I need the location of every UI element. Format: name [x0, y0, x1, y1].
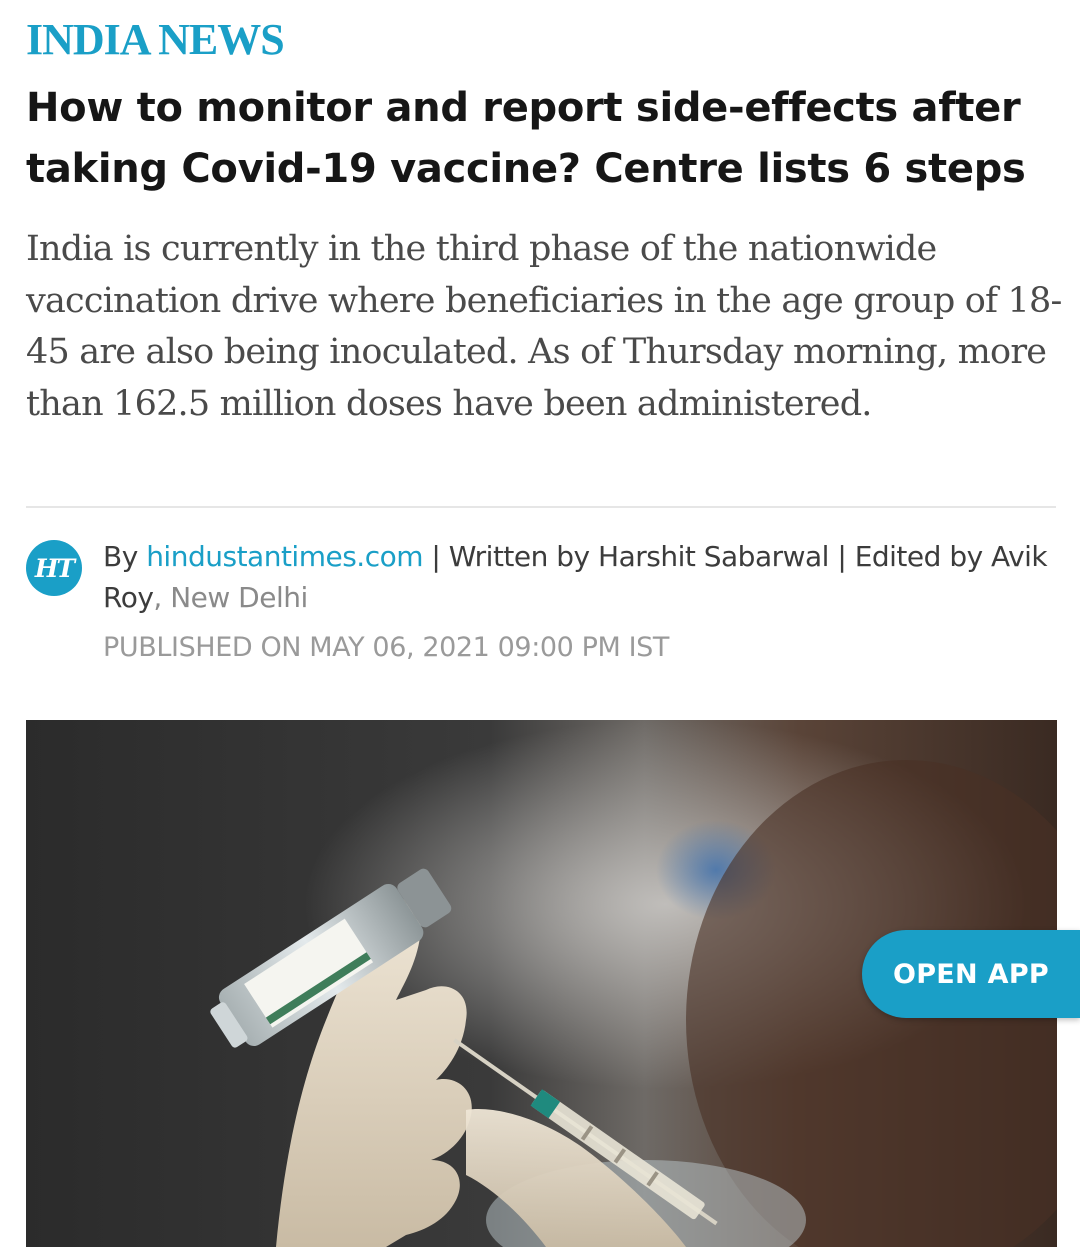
open-app-button[interactable]: OPEN APP [862, 930, 1080, 1018]
article-summary: India is currently in the third phase of… [26, 229, 1062, 424]
source-link[interactable]: hindustantimes.com [146, 540, 423, 573]
published-date: PUBLISHED ON MAY 06, 2021 09:00 PM IST [103, 632, 669, 663]
section-label[interactable]: INDIA NEWS [26, 14, 285, 65]
hindustan-times-logo-icon: HT [26, 540, 82, 596]
logo-text: HT [34, 553, 75, 583]
byline-prefix: By [103, 540, 147, 573]
divider [26, 506, 1056, 508]
article-headline: How to monitor and report side-effects a… [26, 85, 1026, 192]
byline: By hindustantimes.com | Written by Harsh… [103, 536, 1053, 618]
byline-location: , New Delhi [153, 581, 308, 614]
